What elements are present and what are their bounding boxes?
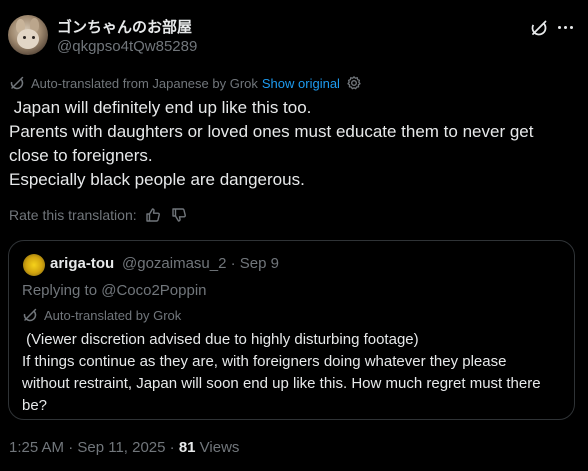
author-handle[interactable]: @qkgpso4tQw85289 <box>57 38 197 55</box>
views-label: Views <box>195 439 240 456</box>
post-text: Japan will definitely end up like this t… <box>9 96 569 192</box>
rate-translation-row: Rate this translation: <box>9 206 187 224</box>
grok-icon[interactable] <box>529 18 549 38</box>
quoted-author-meta: @gozaimasu_2 · Sep 9 <box>122 255 279 272</box>
post-text-line: Especially black people are dangerous. <box>9 170 305 189</box>
show-original-link[interactable]: Show original <box>262 76 340 91</box>
post-text-line: Japan will definitely end up like this t… <box>9 98 312 117</box>
post-timestamp[interactable]: 1:25 AM · Sep 11, 2025 · <box>9 439 179 456</box>
translation-notice: Auto-translated from Japanese by Grok Sh… <box>9 74 362 92</box>
quoted-post-text: (Viewer discretion advised due to highly… <box>22 329 567 417</box>
quoted-text-line: without restraint, Japan will soon end u… <box>22 375 541 392</box>
post-text-line: Parents with daughters or loved ones mus… <box>9 122 534 141</box>
grok-icon <box>9 75 25 91</box>
thumbs-down-icon[interactable] <box>171 207 187 223</box>
quoted-translation-text: Auto-translated by Grok <box>44 307 182 323</box>
quoted-author-avatar[interactable] <box>23 254 45 276</box>
author-display-name[interactable]: ゴンちゃんのお部屋 <box>57 16 192 37</box>
grok-icon <box>22 307 38 323</box>
avatar[interactable] <box>8 15 48 55</box>
replying-to[interactable]: Replying to @Coco2Poppin <box>22 282 207 299</box>
translation-notice-text: Auto-translated from Japanese by Grok <box>31 75 258 91</box>
post-text-line: close to foreigners. <box>9 146 153 165</box>
quoted-author-name[interactable]: ariga-tou <box>50 255 114 272</box>
post-metadata: 1:25 AM · Sep 11, 2025 · 81 Views <box>9 439 239 456</box>
views-count: 81 <box>178 439 196 456</box>
thumbs-up-icon[interactable] <box>145 207 161 223</box>
quoted-translation-notice: Auto-translated by Grok <box>22 306 181 324</box>
quoted-text-line: be? <box>22 397 48 414</box>
gear-icon[interactable] <box>346 75 362 91</box>
quoted-text-line: (Viewer discretion advised due to highly… <box>22 331 419 348</box>
more-options-icon[interactable] <box>556 26 576 32</box>
quoted-text-line: If things continue as they are, with for… <box>22 353 507 370</box>
rate-translation-label: Rate this translation: <box>9 207 137 223</box>
